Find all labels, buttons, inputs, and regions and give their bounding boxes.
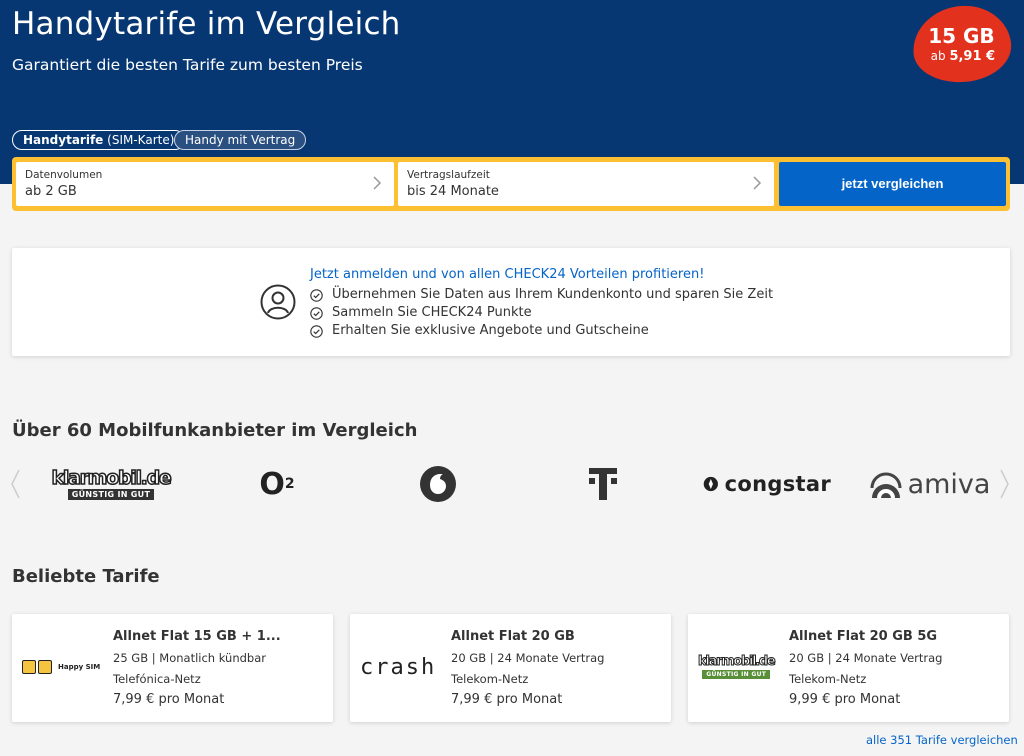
user-icon <box>260 284 296 320</box>
card-details: 20 GB | 24 Monate Vertrag <box>789 651 943 665</box>
check-circle-icon <box>310 324 323 338</box>
provider-logo-telekom[interactable] <box>585 462 621 506</box>
check-circle-icon <box>310 306 323 320</box>
badge-price: 5,91 € <box>949 48 996 64</box>
page-title: Handytarife im Vergleich <box>12 6 401 42</box>
tab-handytarife[interactable]: Handytarife (SIM-Karte) <box>12 130 186 150</box>
klarmobil-logo: klarmobil.de GÜNSTIG IN GUT <box>697 654 776 679</box>
providers-heading: Über 60 Mobilfunkanbieter im Vergleich <box>12 420 418 441</box>
tab-handy-mit-vertrag[interactable]: Handy mit Vertrag <box>174 130 307 150</box>
provider-logo-congstar[interactable]: congstar <box>703 462 831 506</box>
badge-volume: 15 GB <box>928 24 995 49</box>
all-tariffs-link[interactable]: alle 351 Tarife vergleichen <box>866 733 1018 747</box>
card-price: 7,99 € pro Monat <box>113 692 225 707</box>
crash-wordmark: crash <box>360 654 437 680</box>
card-title: Allnet Flat 20 GB <box>451 629 575 644</box>
badge-price-line: ab 5,91 € <box>914 49 1012 64</box>
login-promo-box: Jetzt anmelden und von allen CHECK24 Vor… <box>12 248 1010 356</box>
contract-term-select[interactable]: Vertragslaufzeit bis 24 Monate <box>398 162 774 206</box>
page-subtitle: Garantiert die besten Tarife zum besten … <box>12 56 363 74</box>
tab-label-bold: Handytarife <box>23 133 104 147</box>
congstar-wordmark: congstar <box>724 472 831 496</box>
price-badge[interactable]: 15 GB ab 5,91 € <box>910 2 1014 86</box>
telekom-icon <box>589 468 617 500</box>
klarmobil-tagline: GÜNSTIG IN GUT <box>702 670 771 679</box>
tariffs-heading: Beliebte Tarife <box>12 566 160 587</box>
card-logo-klarmobil: klarmobil.de GÜNSTIG IN GUT <box>697 652 788 682</box>
happy-sim-wordmark: Happy SIM <box>58 663 101 671</box>
card-logo-crash: crash <box>360 652 450 682</box>
benefit-item: Übernehmen Sie Daten aus Ihrem Kundenkon… <box>310 286 773 304</box>
provider-logo-klarmobil[interactable]: klarmobil.de GÜNSTIG IN GUT <box>51 462 173 506</box>
data-volume-select[interactable]: Datenvolumen ab 2 GB <box>16 162 394 206</box>
benefit-text: Erhalten Sie exklusive Angebote und Guts… <box>332 323 649 338</box>
compare-button[interactable]: jetzt vergleichen <box>779 162 1006 206</box>
smiley-icon <box>22 660 36 674</box>
provider-logo-amiva[interactable]: amiva <box>866 462 994 506</box>
klarmobil-tagline: GÜNSTIG IN GUT <box>67 489 155 500</box>
contract-term-label: Vertragslaufzeit <box>407 169 490 181</box>
smiley-icon <box>38 660 52 674</box>
tariff-search-bar: Datenvolumen ab 2 GB Vertragslaufzeit bi… <box>12 157 1010 211</box>
chevron-right-icon <box>753 176 762 190</box>
badge-prefix: ab <box>930 48 946 63</box>
provider-logo-vodafone[interactable] <box>418 462 458 506</box>
amiva-wordmark: amiva <box>907 468 991 500</box>
login-link[interactable]: Jetzt anmelden und von allen CHECK24 Vor… <box>310 267 704 282</box>
vodafone-icon <box>420 466 456 502</box>
happy-sim-logo: Happy SIM <box>22 660 100 674</box>
benefit-item: Erhalten Sie exklusive Angebote und Guts… <box>310 322 773 340</box>
card-title: Allnet Flat 15 GB + 1... <box>113 629 281 644</box>
card-network: Telekom-Netz <box>789 672 867 686</box>
card-network: Telekom-Netz <box>451 672 529 686</box>
data-volume-value: ab 2 GB <box>25 184 77 199</box>
benefit-text: Sammeln Sie CHECK24 Punkte <box>332 305 532 320</box>
card-title: Allnet Flat 20 GB 5G <box>789 629 938 644</box>
klarmobil-wordmark: klarmobil.de <box>51 467 173 489</box>
benefit-item: Sammeln Sie CHECK24 Punkte <box>310 304 773 322</box>
tariff-card[interactable]: klarmobil.de GÜNSTIG IN GUT Allnet Flat … <box>688 614 1009 722</box>
card-price: 7,99 € pro Monat <box>451 692 563 707</box>
klarmobil-wordmark: klarmobil.de <box>697 654 776 669</box>
carousel-prev-icon[interactable] <box>9 468 21 500</box>
provider-logo-o2[interactable]: O2 <box>252 462 302 506</box>
data-volume-label: Datenvolumen <box>25 169 103 181</box>
o2-subscript: 2 <box>284 476 295 492</box>
tariff-card[interactable]: Happy SIM Allnet Flat 15 GB + 1... 25 GB… <box>12 614 333 722</box>
benefit-text: Übernehmen Sie Daten aus Ihrem Kundenkon… <box>332 287 774 302</box>
card-network: Telefónica-Netz <box>113 672 201 686</box>
tab-label-rest: (SIM-Karte) <box>107 133 175 147</box>
chevron-right-icon <box>373 176 382 190</box>
card-logo-happy-sim: Happy SIM <box>22 652 112 682</box>
card-details: 20 GB | 24 Monate Vertrag <box>451 651 605 665</box>
o2-letter: O <box>259 466 285 502</box>
card-details: 25 GB | Monatlich kündbar <box>113 651 266 665</box>
tariff-card[interactable]: crash Allnet Flat 20 GB 20 GB | 24 Monat… <box>350 614 671 722</box>
benefit-list: Übernehmen Sie Daten aus Ihrem Kundenkon… <box>310 286 773 340</box>
congstar-icon <box>703 476 718 492</box>
card-price: 9,99 € pro Monat <box>789 692 901 707</box>
carousel-next-icon[interactable] <box>999 468 1011 500</box>
amiva-icon <box>870 472 902 498</box>
check-circle-icon <box>310 288 323 302</box>
contract-term-value: bis 24 Monate <box>407 184 499 199</box>
